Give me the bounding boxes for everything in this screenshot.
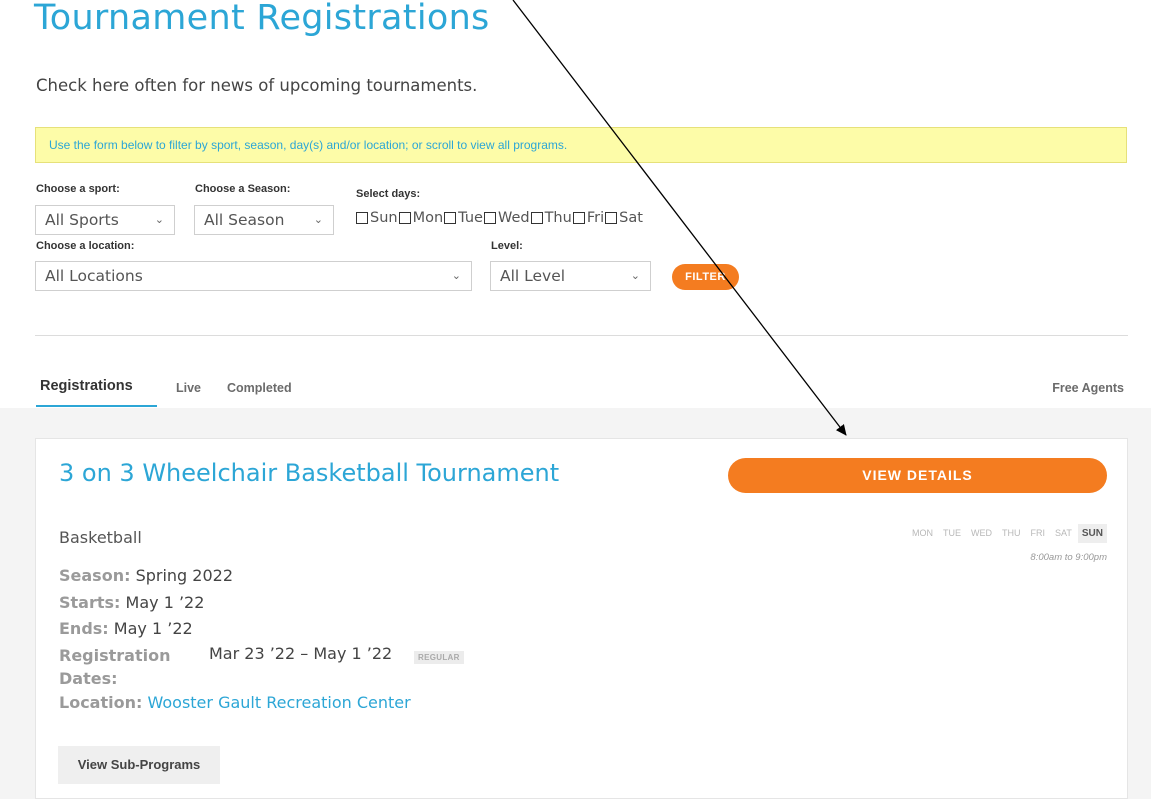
filter-button[interactable]: FILTER [672, 264, 739, 290]
day-label: Tue [458, 210, 483, 226]
checkbox-icon[interactable] [605, 212, 618, 224]
day-checkbox-thu[interactable]: Thu [530, 210, 572, 226]
chevron-down-icon: ⌄ [451, 269, 461, 282]
checkbox-icon[interactable] [444, 212, 457, 224]
season-value: Spring 2022 [135, 566, 234, 585]
location-select[interactable]: All Locations ⌄ [35, 261, 472, 291]
days-label: Select days: [356, 188, 421, 200]
program-title[interactable]: 3 on 3 Wheelchair Basketball Tournament [59, 458, 579, 489]
weekday-mon: MON [912, 528, 934, 538]
season-select[interactable]: All Season ⌄ [194, 205, 334, 235]
checkbox-icon[interactable] [572, 212, 585, 224]
program-season: Season: Spring 2022 [59, 566, 233, 585]
day-label: Wed [497, 210, 530, 226]
checkbox-icon[interactable] [398, 212, 411, 224]
program-time: 8:00am to 9:00pm [1030, 552, 1107, 563]
tab-completed[interactable]: Completed [227, 381, 292, 395]
level-select-value: All Level [500, 267, 566, 285]
level-select[interactable]: All Level ⌄ [490, 261, 651, 291]
day-label: Mon [412, 210, 444, 226]
day-checkbox-wed[interactable]: Wed [483, 210, 530, 226]
day-label: Sun [370, 210, 398, 226]
day-label: Sat [619, 210, 643, 226]
season-field-label: Season: [59, 566, 131, 585]
tab-registrations[interactable]: Registrations [40, 378, 133, 394]
day-checkbox-tue[interactable]: Tue [444, 210, 483, 226]
program-location: Location: Wooster Gault Recreation Cente… [59, 693, 411, 712]
filter-notice: Use the form below to filter by sport, s… [35, 127, 1127, 163]
registration-dates-value: Mar 23 ’22 – May 1 ’22 [209, 644, 393, 663]
tab-free-agents[interactable]: Free Agents [1052, 381, 1124, 395]
view-details-button[interactable]: VIEW DETAILS [728, 458, 1107, 493]
starts-value: May 1 ’22 [125, 593, 205, 612]
location-field-label: Location: [59, 693, 143, 712]
weekday-tue: TUE [943, 528, 962, 538]
sport-select[interactable]: All Sports ⌄ [35, 205, 175, 235]
ends-field-label: Ends: [59, 619, 109, 638]
location-label: Choose a location: [36, 240, 135, 252]
program-ends: Ends: May 1 ’22 [59, 619, 193, 638]
starts-field-label: Starts: [59, 593, 121, 612]
view-sub-programs-button[interactable]: View Sub-Programs [58, 746, 220, 784]
level-label: Level: [491, 240, 523, 252]
page-intro: Check here often for news of upcoming to… [36, 76, 478, 95]
registration-type-badge: REGULAR [414, 651, 464, 664]
season-label: Choose a Season: [195, 183, 291, 195]
page-title: Tournament Registrations [34, 0, 490, 38]
program-sport: Basketball [59, 528, 142, 547]
location-link[interactable]: Wooster Gault Recreation Center [147, 693, 410, 712]
day-label: Fri [586, 210, 605, 226]
day-label: Thu [544, 210, 572, 226]
checkbox-icon[interactable] [530, 212, 543, 224]
sport-select-value: All Sports [45, 211, 119, 229]
day-checkbox-sun[interactable]: Sun [356, 210, 398, 226]
checkbox-icon[interactable] [483, 212, 496, 224]
registration-dates-label: Registration Dates: [59, 646, 171, 688]
checkbox-icon[interactable] [356, 212, 368, 224]
chevron-down-icon: ⌄ [154, 213, 164, 226]
active-tab-indicator [36, 405, 157, 407]
weekday-schedule: MON TUE WED THU FRI SAT SUN [906, 524, 1107, 543]
weekday-wed: WED [971, 528, 993, 538]
day-checkbox-mon[interactable]: Mon [398, 210, 444, 226]
ends-value: May 1 ’22 [113, 619, 193, 638]
program-starts: Starts: May 1 ’22 [59, 593, 204, 612]
weekday-sun-active: SUN [1077, 524, 1107, 543]
chevron-down-icon: ⌄ [630, 269, 640, 282]
tab-bar [0, 336, 1151, 408]
day-checkbox-sat[interactable]: Sat [605, 210, 643, 226]
season-select-value: All Season [204, 211, 285, 229]
tab-live[interactable]: Live [176, 381, 201, 395]
weekday-thu: THU [1002, 528, 1021, 538]
weekday-fri: FRI [1030, 528, 1046, 538]
day-checkbox-fri[interactable]: Fri [572, 210, 605, 226]
days-checkbox-group: Sun Mon Tue Wed Thu Fri Sat [356, 210, 644, 226]
location-select-value: All Locations [45, 267, 143, 285]
weekday-sat: SAT [1055, 528, 1072, 538]
chevron-down-icon: ⌄ [313, 213, 323, 226]
sport-label: Choose a sport: [36, 183, 120, 195]
